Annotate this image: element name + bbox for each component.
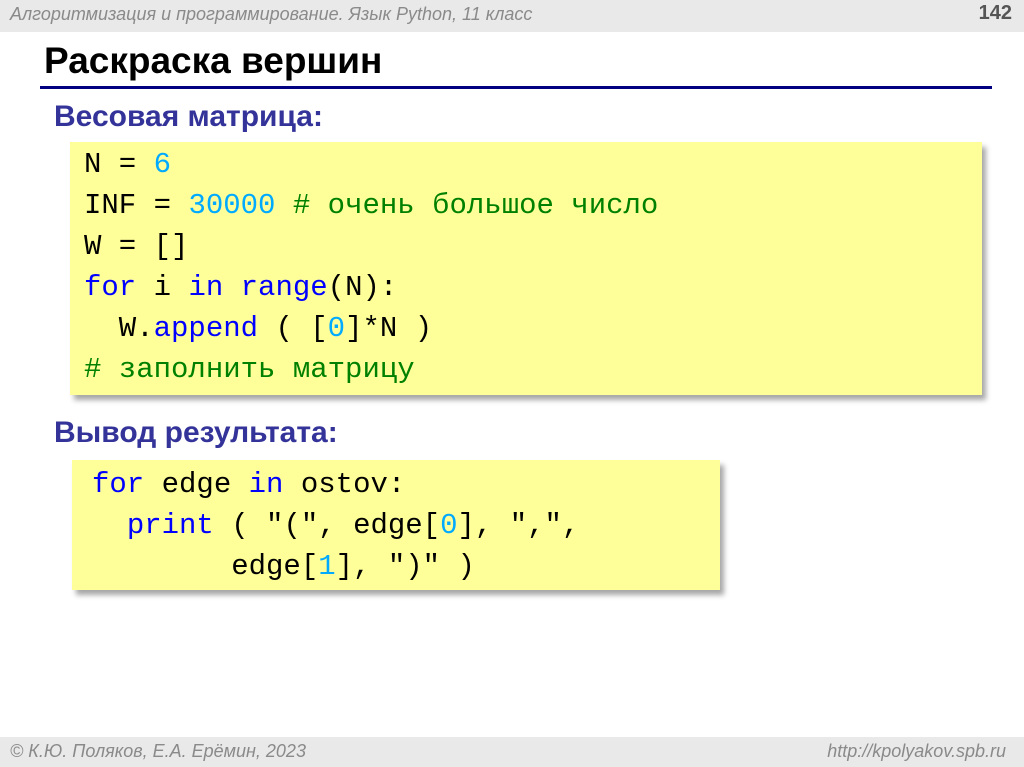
footer-bar: © К.Ю. Поляков, Е.А. Ерёмин, 2023 http:/… (0, 737, 1024, 767)
code-token: i (136, 271, 189, 304)
code-token: (N): (327, 271, 398, 304)
code-number: 0 (327, 312, 346, 345)
code-token: = (101, 148, 154, 181)
code-keyword: range (240, 271, 328, 304)
code-block-output: for edge in ostov: print ( "(", edge[0],… (72, 460, 720, 590)
code-token: ]*N ) (345, 312, 433, 345)
code-number: 6 (153, 148, 172, 181)
code-keyword: append (153, 312, 259, 345)
code-block-weight-matrix: N = 6 INF = 30000 # очень большое число … (70, 142, 982, 395)
code-keyword: for (84, 271, 137, 304)
heading-weight-matrix: Весовая матрица: (54, 100, 323, 133)
code-token: N (84, 148, 102, 181)
code-line: for edge in ostov: (92, 464, 405, 505)
code-keyword: print (126, 509, 214, 542)
code-line: for i in range(N): (84, 267, 397, 308)
code-token: ], (457, 509, 510, 542)
code-comment: # очень большое число (292, 189, 659, 222)
course-title: Алгоритмизация и программирование. Язык … (10, 4, 533, 24)
code-token: ) (440, 550, 475, 583)
code-keyword: in (248, 468, 284, 501)
code-string: "(" (266, 509, 319, 542)
code-token: edge[ (92, 550, 319, 583)
code-line: print ( "(", edge[0], ",", (92, 505, 580, 546)
title-underline (40, 86, 992, 89)
code-number: 1 (318, 550, 336, 583)
code-string: "," (509, 509, 562, 542)
code-string: ")" (387, 550, 441, 583)
code-token: , edge[ (318, 509, 441, 542)
code-number: 0 (440, 509, 458, 542)
code-token: INF (84, 189, 137, 222)
top-bar: Алгоритмизация и программирование. Язык … (0, 0, 1024, 32)
slide-title: Раскраска вершин (44, 40, 383, 81)
code-token: ], (335, 550, 388, 583)
page-number: 142 (978, 2, 1012, 24)
code-line: N = 6 (84, 144, 171, 185)
site-url: http://kpolyakov.spb.ru (827, 741, 1006, 761)
code-line: edge[1], ")" ) (92, 546, 475, 587)
code-line: INF = 30000 # очень большое число (84, 185, 658, 226)
code-token: ostov: (283, 468, 406, 501)
code-token: ( [ (258, 312, 328, 345)
code-comment-line: # заполнить матрицу (84, 353, 415, 386)
code-token: W. (84, 312, 154, 345)
code-keyword: for (92, 468, 145, 501)
heading-output: Вывод результата: (54, 416, 338, 449)
code-token: , (561, 509, 580, 542)
code-keyword: in (188, 271, 224, 304)
code-token: edge (144, 468, 249, 501)
code-line: W.append ( [0]*N ) (84, 308, 432, 349)
code-token: = (136, 189, 189, 222)
code-number: 30000 (188, 189, 276, 222)
code-line: W = [] (84, 230, 189, 263)
code-token: ( (213, 509, 267, 542)
copyright: © К.Ю. Поляков, Е.А. Ерёмин, 2023 (10, 741, 306, 761)
